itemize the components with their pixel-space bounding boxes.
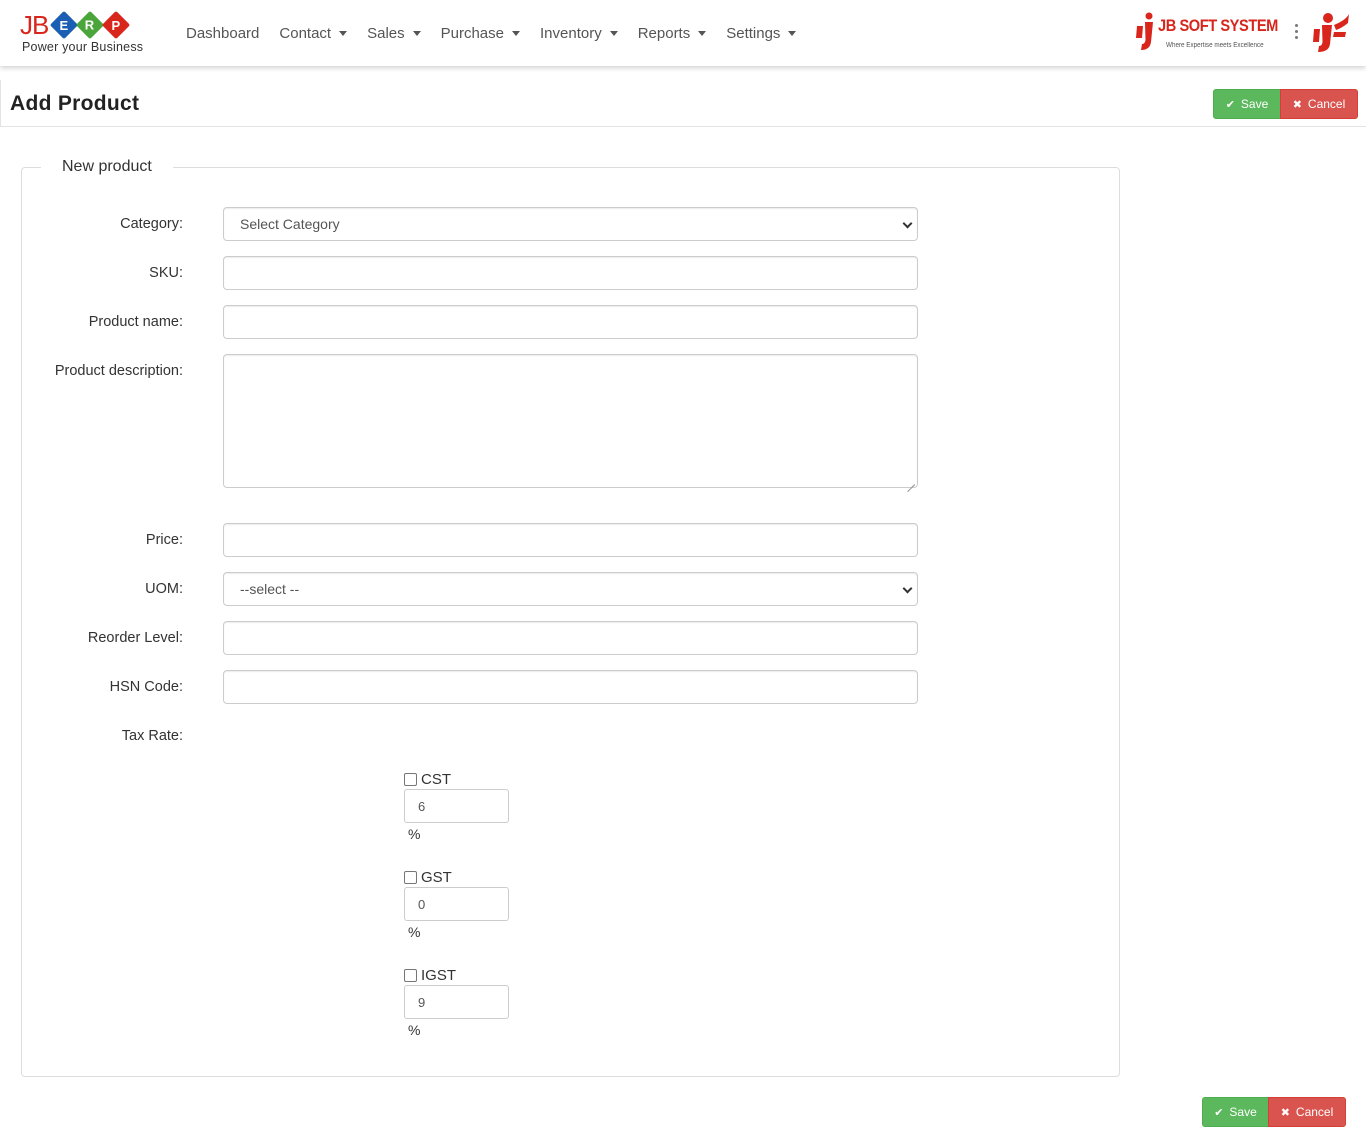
category-select[interactable]: Select Category — [223, 207, 918, 241]
page-title: Add Product — [10, 92, 140, 115]
caret-down-icon — [412, 30, 421, 36]
save-button-top[interactable]: ✔ Save — [1213, 89, 1281, 119]
cst-label: CST — [421, 770, 451, 788]
logo-letter-e: E — [50, 10, 79, 40]
nav-inventory[interactable]: Inventory — [540, 25, 618, 42]
cancel-button-bottom[interactable]: ✖ Cancel — [1268, 1097, 1346, 1127]
igst-rate-input[interactable]: 9 — [404, 985, 509, 1019]
nav-contact[interactable]: Contact — [279, 25, 348, 42]
resize-handle-icon[interactable] — [907, 477, 915, 485]
gst-rate-input[interactable]: 0 — [404, 887, 509, 921]
uom-select[interactable]: --select -- — [223, 572, 918, 606]
product-description-textarea[interactable] — [223, 354, 918, 488]
cst-checkbox[interactable] — [404, 772, 417, 786]
company-logo-icon[interactable] — [1312, 12, 1350, 54]
chevron-down-icon — [902, 218, 913, 229]
category-selected-value: Select Category — [240, 216, 340, 232]
tax-gst-row: GST — [404, 868, 452, 886]
nav-settings[interactable]: Settings — [726, 25, 797, 42]
logo-letter-r: R — [76, 10, 105, 40]
brand-mark-icon — [1136, 12, 1153, 50]
logo-letter-p: P — [102, 10, 131, 40]
close-icon: ✖ — [1280, 1106, 1290, 1119]
hsn-code-input[interactable] — [223, 670, 918, 704]
tax-cst-group: CST 6 % — [404, 770, 509, 842]
hsn-code-label: HSN Code: — [109, 679, 183, 695]
tax-igst-group: IGST 9 % — [404, 966, 509, 1038]
check-icon: ✔ — [1214, 1106, 1224, 1119]
product-name-input[interactable] — [223, 305, 918, 339]
logo-jb-text: JB — [20, 10, 49, 40]
caret-down-icon — [788, 30, 797, 36]
nav-purchase[interactable]: Purchase — [441, 25, 520, 42]
brand-tagline: Where Expertise meets Excellence — [1166, 42, 1264, 49]
nav-sales[interactable]: Sales — [367, 25, 421, 42]
price-input[interactable] — [223, 523, 918, 557]
caret-down-icon — [339, 30, 348, 36]
gst-checkbox[interactable] — [404, 870, 417, 884]
tax-gst-group: GST 0 % — [404, 868, 509, 940]
category-label: Category: — [120, 216, 183, 232]
cst-percent-unit: % — [408, 826, 421, 842]
product-name-label: Product name: — [88, 314, 183, 330]
igst-label: IGST — [421, 966, 457, 984]
check-icon: ✔ — [1225, 98, 1235, 111]
caret-down-icon — [609, 30, 618, 36]
igst-percent-unit: % — [408, 1022, 421, 1038]
jb-soft-system-brand: JB SOFT SYSTEM Where Expertise meets Exc… — [1134, 10, 1278, 56]
product-description-label: Product description: — [54, 363, 183, 379]
close-icon: ✖ — [1292, 98, 1302, 111]
reorder-level-input[interactable] — [223, 621, 918, 655]
gst-percent-unit: % — [408, 924, 421, 940]
nav-dashboard[interactable]: Dashboard — [186, 25, 259, 42]
price-label: Price: — [145, 532, 183, 548]
chevron-down-icon — [902, 583, 913, 594]
brand-name: JB SOFT SYSTEM — [1158, 16, 1278, 35]
reorder-level-label: Reorder Level: — [87, 630, 183, 646]
sku-label: SKU: — [149, 265, 183, 281]
main-nav: Dashboard Contact Sales Purchase Invento… — [186, 0, 816, 66]
tax-cst-row: CST — [404, 770, 451, 788]
caret-down-icon — [698, 30, 707, 36]
gst-label: GST — [421, 868, 452, 886]
nav-reports[interactable]: Reports — [638, 25, 707, 42]
save-button-bottom[interactable]: ✔ Save — [1202, 1097, 1269, 1127]
fieldset-legend: New product — [41, 156, 173, 178]
igst-checkbox[interactable] — [404, 968, 417, 982]
page-header: Add Product — [0, 80, 1366, 127]
sku-input[interactable] — [223, 256, 918, 290]
uom-selected-value: --select -- — [240, 581, 300, 597]
logo-mark: JB E R P — [20, 8, 131, 42]
jberp-logo[interactable]: JB E R P Power your Business — [20, 8, 160, 60]
cst-rate-input[interactable]: 6 — [404, 789, 509, 823]
uom-label: UOM: — [145, 581, 183, 597]
more-vertical-icon[interactable] — [1292, 24, 1300, 44]
tax-rate-label: Tax Rate: — [121, 728, 183, 744]
cancel-button-top[interactable]: ✖ Cancel — [1280, 89, 1358, 119]
tax-igst-row: IGST — [404, 966, 457, 984]
caret-down-icon — [512, 30, 520, 36]
top-navbar: JB E R P Power your Business Dashboard C… — [0, 0, 1366, 66]
logo-tagline: Power your Business — [22, 40, 144, 54]
